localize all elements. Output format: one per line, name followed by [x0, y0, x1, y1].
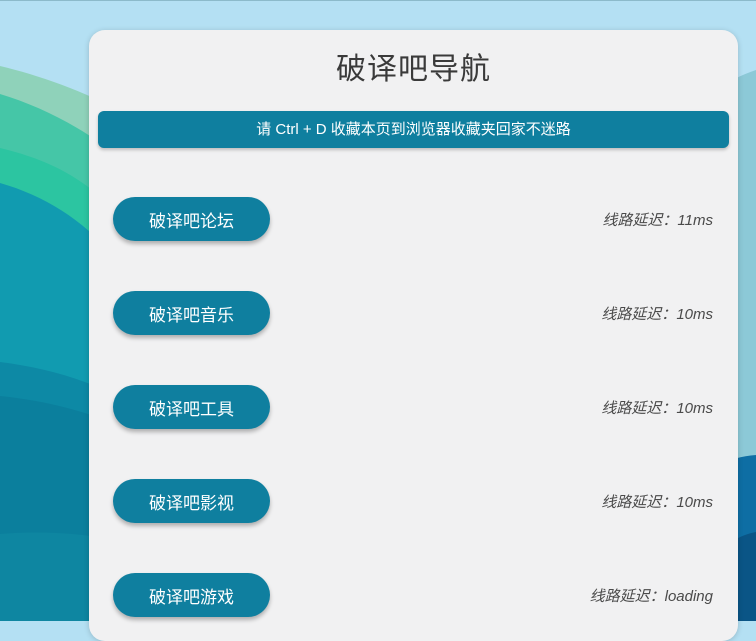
- nav-button-movies[interactable]: 破译吧影视: [113, 479, 270, 523]
- latency-text-games: 线路延迟：loading: [590, 585, 713, 606]
- nav-button-music[interactable]: 破译吧音乐: [113, 291, 270, 335]
- latency-label: 线路延迟：: [602, 212, 677, 229]
- screen-top-edge: [0, 0, 756, 1]
- main-card: 破译吧导航 请 Ctrl + D 收藏本页到浏览器收藏夹回家不迷路 破译吧论坛 …: [89, 30, 738, 641]
- latency-value: 11ms: [677, 212, 713, 229]
- latency-label: 线路延迟：: [601, 400, 676, 417]
- nav-row-tools: 破译吧工具 线路延迟：10ms: [113, 385, 713, 429]
- nav-list: 破译吧论坛 线路延迟：11ms 破译吧音乐 线路延迟：10ms 破译吧工具 线路…: [89, 197, 738, 617]
- latency-text-movies: 线路延迟：10ms: [601, 491, 713, 512]
- latency-label: 线路延迟：: [601, 494, 676, 511]
- latency-label: 线路延迟：: [601, 306, 676, 323]
- nav-row-forum: 破译吧论坛 线路延迟：11ms: [113, 197, 713, 241]
- latency-value: loading: [665, 588, 713, 605]
- nav-row-music: 破译吧音乐 线路延迟：10ms: [113, 291, 713, 335]
- latency-value: 10ms: [676, 494, 713, 511]
- bookmark-banner: 请 Ctrl + D 收藏本页到浏览器收藏夹回家不迷路: [98, 111, 729, 148]
- nav-button-games[interactable]: 破译吧游戏: [113, 573, 270, 617]
- nav-row-games: 破译吧游戏 线路延迟：loading: [113, 573, 713, 617]
- latency-text-music: 线路延迟：10ms: [601, 303, 713, 324]
- latency-value: 10ms: [676, 400, 713, 417]
- latency-text-forum: 线路延迟：11ms: [602, 209, 713, 230]
- nav-button-forum[interactable]: 破译吧论坛: [113, 197, 270, 241]
- nav-row-movies: 破译吧影视 线路延迟：10ms: [113, 479, 713, 523]
- latency-value: 10ms: [676, 306, 713, 323]
- latency-label: 线路延迟：: [590, 588, 665, 605]
- latency-text-tools: 线路延迟：10ms: [601, 397, 713, 418]
- nav-button-tools[interactable]: 破译吧工具: [113, 385, 270, 429]
- page-title: 破译吧导航: [89, 30, 738, 88]
